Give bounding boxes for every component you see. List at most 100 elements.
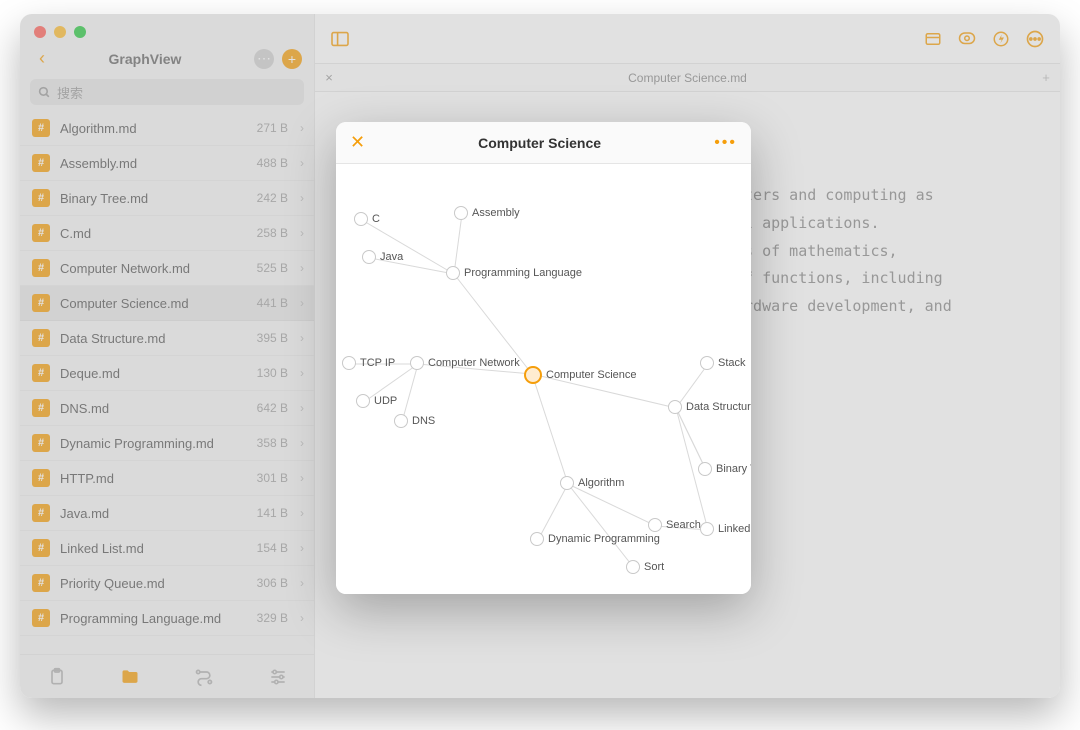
graph-canvas[interactable]: C Java Assembly Programming Language TCP IP C… bbox=[336, 164, 751, 594]
graph-node-dot bbox=[626, 560, 640, 574]
graph-node-dot bbox=[698, 462, 712, 476]
file-name: Assembly.md bbox=[60, 156, 247, 171]
graph-node-dot bbox=[560, 476, 574, 490]
graph-node-sort[interactable]: Sort bbox=[626, 560, 664, 574]
graph-node-dp[interactable]: Dynamic Programming bbox=[530, 532, 660, 546]
graph-node-cs[interactable]: Computer Science bbox=[524, 366, 637, 384]
traffic-minimize[interactable] bbox=[54, 26, 66, 38]
graph-node-bt[interactable]: Binary Tree bbox=[698, 462, 751, 476]
tab-title[interactable]: Computer Science.md bbox=[343, 64, 1032, 91]
file-row[interactable]: #Programming Language.md329 B› bbox=[20, 601, 314, 636]
graph-node-dot bbox=[530, 532, 544, 546]
chevron-right-icon: › bbox=[300, 261, 304, 275]
graph-node-label: C bbox=[372, 213, 380, 225]
file-row[interactable]: #HTTP.md301 B› bbox=[20, 461, 314, 496]
chevron-right-icon: › bbox=[300, 576, 304, 590]
file-name: Binary Tree.md bbox=[60, 191, 247, 206]
file-name: Data Structure.md bbox=[60, 331, 247, 346]
file-row[interactable]: #Binary Tree.md242 B› bbox=[20, 181, 314, 216]
traffic-close[interactable] bbox=[34, 26, 46, 38]
graph-node-label: Sort bbox=[644, 561, 664, 573]
graph-node-dot bbox=[410, 356, 424, 370]
tab-close-button[interactable]: × bbox=[315, 64, 343, 91]
file-row[interactable]: #Priority Queue.md306 B› bbox=[20, 566, 314, 601]
traffic-zoom[interactable] bbox=[74, 26, 86, 38]
graph-node-dot bbox=[354, 212, 368, 226]
graph-node-label: TCP IP bbox=[360, 357, 395, 369]
file-row[interactable]: #DNS.md642 B› bbox=[20, 391, 314, 426]
graph-node-ll[interactable]: Linked List bbox=[700, 522, 751, 536]
file-name: DNS.md bbox=[60, 401, 247, 416]
file-row[interactable]: # Computer Network.md 525 B › bbox=[20, 251, 314, 286]
graph-node-udp[interactable]: UDP bbox=[356, 394, 397, 408]
tab-bar: × Computer Science.md + bbox=[315, 64, 1060, 92]
graph-node-search[interactable]: Search bbox=[648, 518, 701, 532]
file-row[interactable]: #Computer Science.md441 B› bbox=[20, 286, 314, 321]
bolt-icon[interactable] bbox=[990, 28, 1012, 50]
bottom-tab-sliders[interactable] bbox=[268, 667, 288, 687]
chevron-right-icon: › bbox=[300, 471, 304, 485]
file-name: Computer Network.md bbox=[60, 261, 247, 276]
graph-node-dot bbox=[342, 356, 356, 370]
chevron-right-icon: › bbox=[300, 331, 304, 345]
graph-node-label: Dynamic Programming bbox=[548, 533, 660, 545]
file-size: 525 B bbox=[257, 261, 288, 275]
window-controls bbox=[20, 14, 314, 42]
modal-header: ✕ Computer Science ••• bbox=[336, 122, 751, 164]
header-dots-icon[interactable]: ⋯ bbox=[254, 49, 274, 69]
file-size: 141 B bbox=[257, 506, 288, 520]
graph-node-algo[interactable]: Algorithm bbox=[560, 476, 624, 490]
file-row[interactable]: #Linked List.md154 B› bbox=[20, 531, 314, 566]
file-size: 329 B bbox=[257, 611, 288, 625]
graph-node-tcpip[interactable]: TCP IP bbox=[342, 356, 395, 370]
graph-node-cn[interactable]: Computer Network bbox=[410, 356, 520, 370]
bottom-tab-clipboard[interactable] bbox=[47, 667, 67, 687]
file-name: Deque.md bbox=[60, 366, 247, 381]
graph-node-label: Java bbox=[380, 251, 403, 263]
graph-node-dot bbox=[394, 414, 408, 428]
file-icon: # bbox=[32, 504, 50, 522]
cards-icon[interactable] bbox=[922, 28, 944, 50]
file-row[interactable]: #Java.md141 B› bbox=[20, 496, 314, 531]
file-size: 488 B bbox=[257, 156, 288, 170]
file-row[interactable]: #Assembly.md488 B› bbox=[20, 146, 314, 181]
graph-node-java[interactable]: Java bbox=[362, 250, 403, 264]
sidebar-toggle-icon[interactable] bbox=[329, 28, 351, 50]
graph-node-label: DNS bbox=[412, 415, 435, 427]
eye-icon[interactable] bbox=[956, 28, 978, 50]
modal-more-icon[interactable]: ••• bbox=[714, 134, 737, 152]
graph-node-label: Computer Network bbox=[428, 357, 520, 369]
file-size: 642 B bbox=[257, 401, 288, 415]
more-icon[interactable] bbox=[1024, 28, 1046, 50]
header-add-button[interactable]: + bbox=[282, 49, 302, 69]
file-icon: # bbox=[32, 259, 50, 277]
file-size: 154 B bbox=[257, 541, 288, 555]
graph-node-dot bbox=[356, 394, 370, 408]
file-row[interactable]: #Dynamic Programming.md358 B› bbox=[20, 426, 314, 461]
search-input[interactable]: 搜索 bbox=[30, 79, 304, 105]
bottom-tab-route[interactable] bbox=[193, 667, 215, 687]
chevron-right-icon: › bbox=[300, 436, 304, 450]
file-row[interactable]: #Data Structure.md395 B› bbox=[20, 321, 314, 356]
graph-node-ds[interactable]: Data Structure bbox=[668, 400, 751, 414]
sidebar-title: GraphView bbox=[44, 51, 246, 67]
graph-node-pl[interactable]: Programming Language bbox=[446, 266, 582, 280]
file-row[interactable]: #Algorithm.md271 B› bbox=[20, 111, 314, 146]
file-row[interactable]: #C.md258 B› bbox=[20, 216, 314, 251]
file-icon: # bbox=[32, 294, 50, 312]
graph-node-dot bbox=[454, 206, 468, 220]
file-name: Linked List.md bbox=[60, 541, 247, 556]
graph-node-c[interactable]: C bbox=[354, 212, 380, 226]
sidebar-bottom-toolbar bbox=[20, 654, 314, 698]
file-size: 301 B bbox=[257, 471, 288, 485]
graph-node-label: Data Structure bbox=[686, 401, 751, 413]
file-icon: # bbox=[32, 364, 50, 382]
graph-node-assembly[interactable]: Assembly bbox=[454, 206, 520, 220]
sidebar-header: ‹ GraphView ⋯ + bbox=[20, 42, 314, 79]
graph-node-stack[interactable]: Stack bbox=[700, 356, 746, 370]
graph-node-label: Programming Language bbox=[464, 267, 582, 279]
tab-add-button[interactable]: + bbox=[1032, 64, 1060, 91]
bottom-tab-folder[interactable] bbox=[120, 667, 140, 687]
graph-node-dns[interactable]: DNS bbox=[394, 414, 435, 428]
file-row[interactable]: #Deque.md130 B› bbox=[20, 356, 314, 391]
